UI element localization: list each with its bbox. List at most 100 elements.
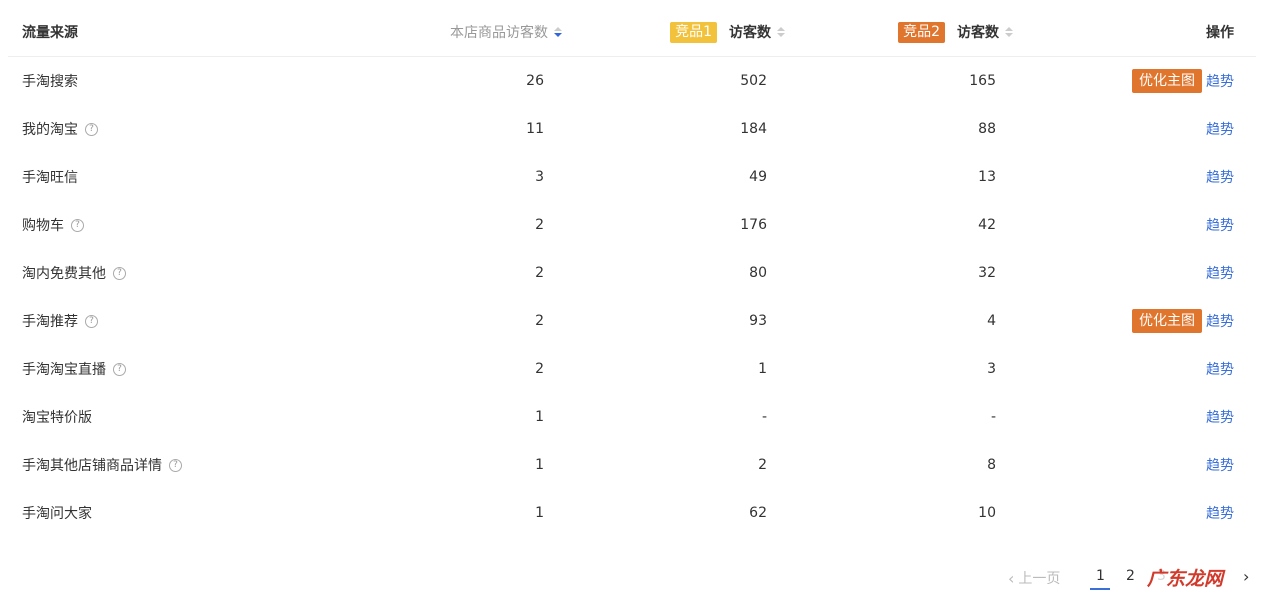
- own-visitors-cell: 2: [535, 217, 544, 233]
- rival1-badge: 竞品1: [670, 21, 717, 43]
- header-rival2-visitors[interactable]: 竞品2 访客数: [898, 8, 1013, 56]
- sort-icon[interactable]: [777, 27, 785, 37]
- source-cell: 手淘推荐?: [22, 297, 98, 345]
- page-2-button[interactable]: 2: [1126, 568, 1135, 584]
- operation-cell: 趋势: [1206, 249, 1234, 297]
- help-icon[interactable]: ?: [113, 266, 126, 280]
- prev-page-button[interactable]: ‹ 上一页: [1008, 568, 1060, 588]
- page-1-button[interactable]: 1: [1096, 568, 1105, 584]
- trend-link[interactable]: 趋势: [1206, 311, 1234, 331]
- source-label: 购物车: [22, 218, 64, 234]
- source-cell: 手淘旺信: [22, 153, 78, 201]
- source-label: 手淘搜索: [22, 74, 78, 90]
- rival2-visitors-cell: 13: [978, 169, 996, 185]
- own-visitors-cell: 2: [535, 313, 544, 329]
- rival2-visitors-cell: 165: [969, 73, 996, 89]
- own-visitors-cell: 3: [535, 169, 544, 185]
- trend-link[interactable]: 趋势: [1206, 215, 1234, 235]
- operation-cell: 趋势: [1206, 201, 1234, 249]
- source-label: 手淘淘宝直播: [22, 362, 106, 378]
- trend-link[interactable]: 趋势: [1206, 263, 1234, 283]
- operation-cell: 优化主图 趋势: [1132, 57, 1234, 105]
- table-row: 手淘推荐? 2 93 4 优化主图 趋势: [8, 297, 1256, 345]
- rival1-visitors-cell: 1: [758, 361, 767, 377]
- trend-link[interactable]: 趋势: [1206, 71, 1234, 91]
- table-body: 手淘搜索 26 502 165 优化主图 趋势 我的淘宝? 11 184 88 趋势 手淘旺信 3 49 1…: [8, 57, 1256, 537]
- header-rival2-label: 访客数: [957, 25, 999, 41]
- source-cell: 我的淘宝?: [22, 105, 98, 153]
- own-visitors-cell: 1: [535, 409, 544, 425]
- watermark-logo: 广东龙网: [1147, 564, 1224, 591]
- header-source: 流量来源: [22, 25, 78, 41]
- trend-link[interactable]: 趋势: [1206, 359, 1234, 379]
- table-row: 手淘淘宝直播? 2 1 3 趋势: [8, 345, 1256, 393]
- source-label: 手淘问大家: [22, 506, 92, 522]
- source-cell: 手淘淘宝直播?: [22, 345, 126, 393]
- trend-link[interactable]: 趋势: [1206, 407, 1234, 427]
- prev-page-label: 上一页: [1018, 571, 1061, 587]
- own-visitors-cell: 26: [526, 73, 544, 89]
- source-cell: 手淘问大家: [22, 489, 92, 537]
- help-icon[interactable]: ?: [169, 458, 182, 472]
- source-cell: 淘内免费其他?: [22, 249, 126, 297]
- sort-icon[interactable]: [554, 27, 562, 37]
- rival1-visitors-cell: 80: [749, 265, 767, 281]
- table-row: 淘宝特价版 1 - - 趋势: [8, 393, 1256, 441]
- own-visitors-cell: 2: [535, 265, 544, 281]
- rival2-visitors-cell: 88: [978, 121, 996, 137]
- trend-link[interactable]: 趋势: [1206, 503, 1234, 523]
- table-row: 手淘问大家 1 62 10 趋势: [8, 489, 1256, 537]
- rival1-visitors-cell: -: [761, 409, 767, 425]
- pagination: ‹ 上一页 1 2 3 ›: [0, 566, 1280, 590]
- source-cell: 购物车?: [22, 201, 84, 249]
- rival2-visitors-cell: 3: [987, 361, 996, 377]
- rival2-badge: 竞品2: [898, 21, 945, 43]
- rival2-visitors-cell: 10: [978, 505, 996, 521]
- table-row: 手淘搜索 26 502 165 优化主图 趋势: [8, 57, 1256, 105]
- trend-link[interactable]: 趋势: [1206, 167, 1234, 187]
- source-cell: 淘宝特价版: [22, 393, 92, 441]
- table-row: 我的淘宝? 11 184 88 趋势: [8, 105, 1256, 153]
- header-own-visitors[interactable]: 本店商品访客数: [450, 8, 562, 56]
- source-cell: 手淘其他店铺商品详情?: [22, 441, 182, 489]
- rival1-visitors-cell: 184: [740, 121, 767, 137]
- source-label: 手淘旺信: [22, 170, 78, 186]
- help-icon[interactable]: ?: [85, 314, 98, 328]
- table-row: 手淘旺信 3 49 13 趋势: [8, 153, 1256, 201]
- trend-link[interactable]: 趋势: [1206, 455, 1234, 475]
- operation-cell: 趋势: [1206, 153, 1234, 201]
- rival2-visitors-cell: 8: [987, 457, 996, 473]
- operation-cell: 优化主图 趋势: [1132, 297, 1234, 345]
- current-page-underline: [1090, 588, 1110, 590]
- traffic-source-table: 流量来源 本店商品访客数 竞品1 访客数 竞品2 访客数 操作 手淘搜索 26 50…: [8, 8, 1256, 537]
- header-rival1-label: 访客数: [729, 25, 771, 41]
- help-icon[interactable]: ?: [85, 122, 98, 136]
- rival1-visitors-cell: 93: [749, 313, 767, 329]
- chevron-right-icon[interactable]: ›: [1243, 567, 1249, 586]
- own-visitors-cell: 2: [535, 361, 544, 377]
- operation-cell: 趋势: [1206, 105, 1234, 153]
- sort-icon[interactable]: [1005, 27, 1013, 37]
- table-header: 流量来源 本店商品访客数 竞品1 访客数 竞品2 访客数 操作: [8, 8, 1256, 57]
- optimize-main-image-button[interactable]: 优化主图: [1132, 69, 1202, 93]
- rival1-visitors-cell: 2: [758, 457, 767, 473]
- operation-cell: 趋势: [1206, 393, 1234, 441]
- source-cell: 手淘搜索: [22, 57, 78, 105]
- own-visitors-cell: 11: [526, 121, 544, 137]
- operation-cell: 趋势: [1206, 489, 1234, 537]
- rival2-visitors-cell: 4: [987, 313, 996, 329]
- header-operation: 操作: [1206, 25, 1234, 41]
- own-visitors-cell: 1: [535, 457, 544, 473]
- header-rival1-visitors[interactable]: 竞品1 访客数: [670, 8, 785, 56]
- rival1-visitors-cell: 62: [749, 505, 767, 521]
- trend-link[interactable]: 趋势: [1206, 119, 1234, 139]
- chevron-left-icon: ‹: [1008, 568, 1015, 588]
- rival2-visitors-cell: -: [990, 409, 996, 425]
- rival1-visitors-cell: 502: [740, 73, 767, 89]
- table-row: 购物车? 2 176 42 趋势: [8, 201, 1256, 249]
- optimize-main-image-button[interactable]: 优化主图: [1132, 309, 1202, 333]
- help-icon[interactable]: ?: [71, 218, 84, 232]
- source-label: 我的淘宝: [22, 122, 78, 138]
- rival2-visitors-cell: 42: [978, 217, 996, 233]
- help-icon[interactable]: ?: [113, 362, 126, 376]
